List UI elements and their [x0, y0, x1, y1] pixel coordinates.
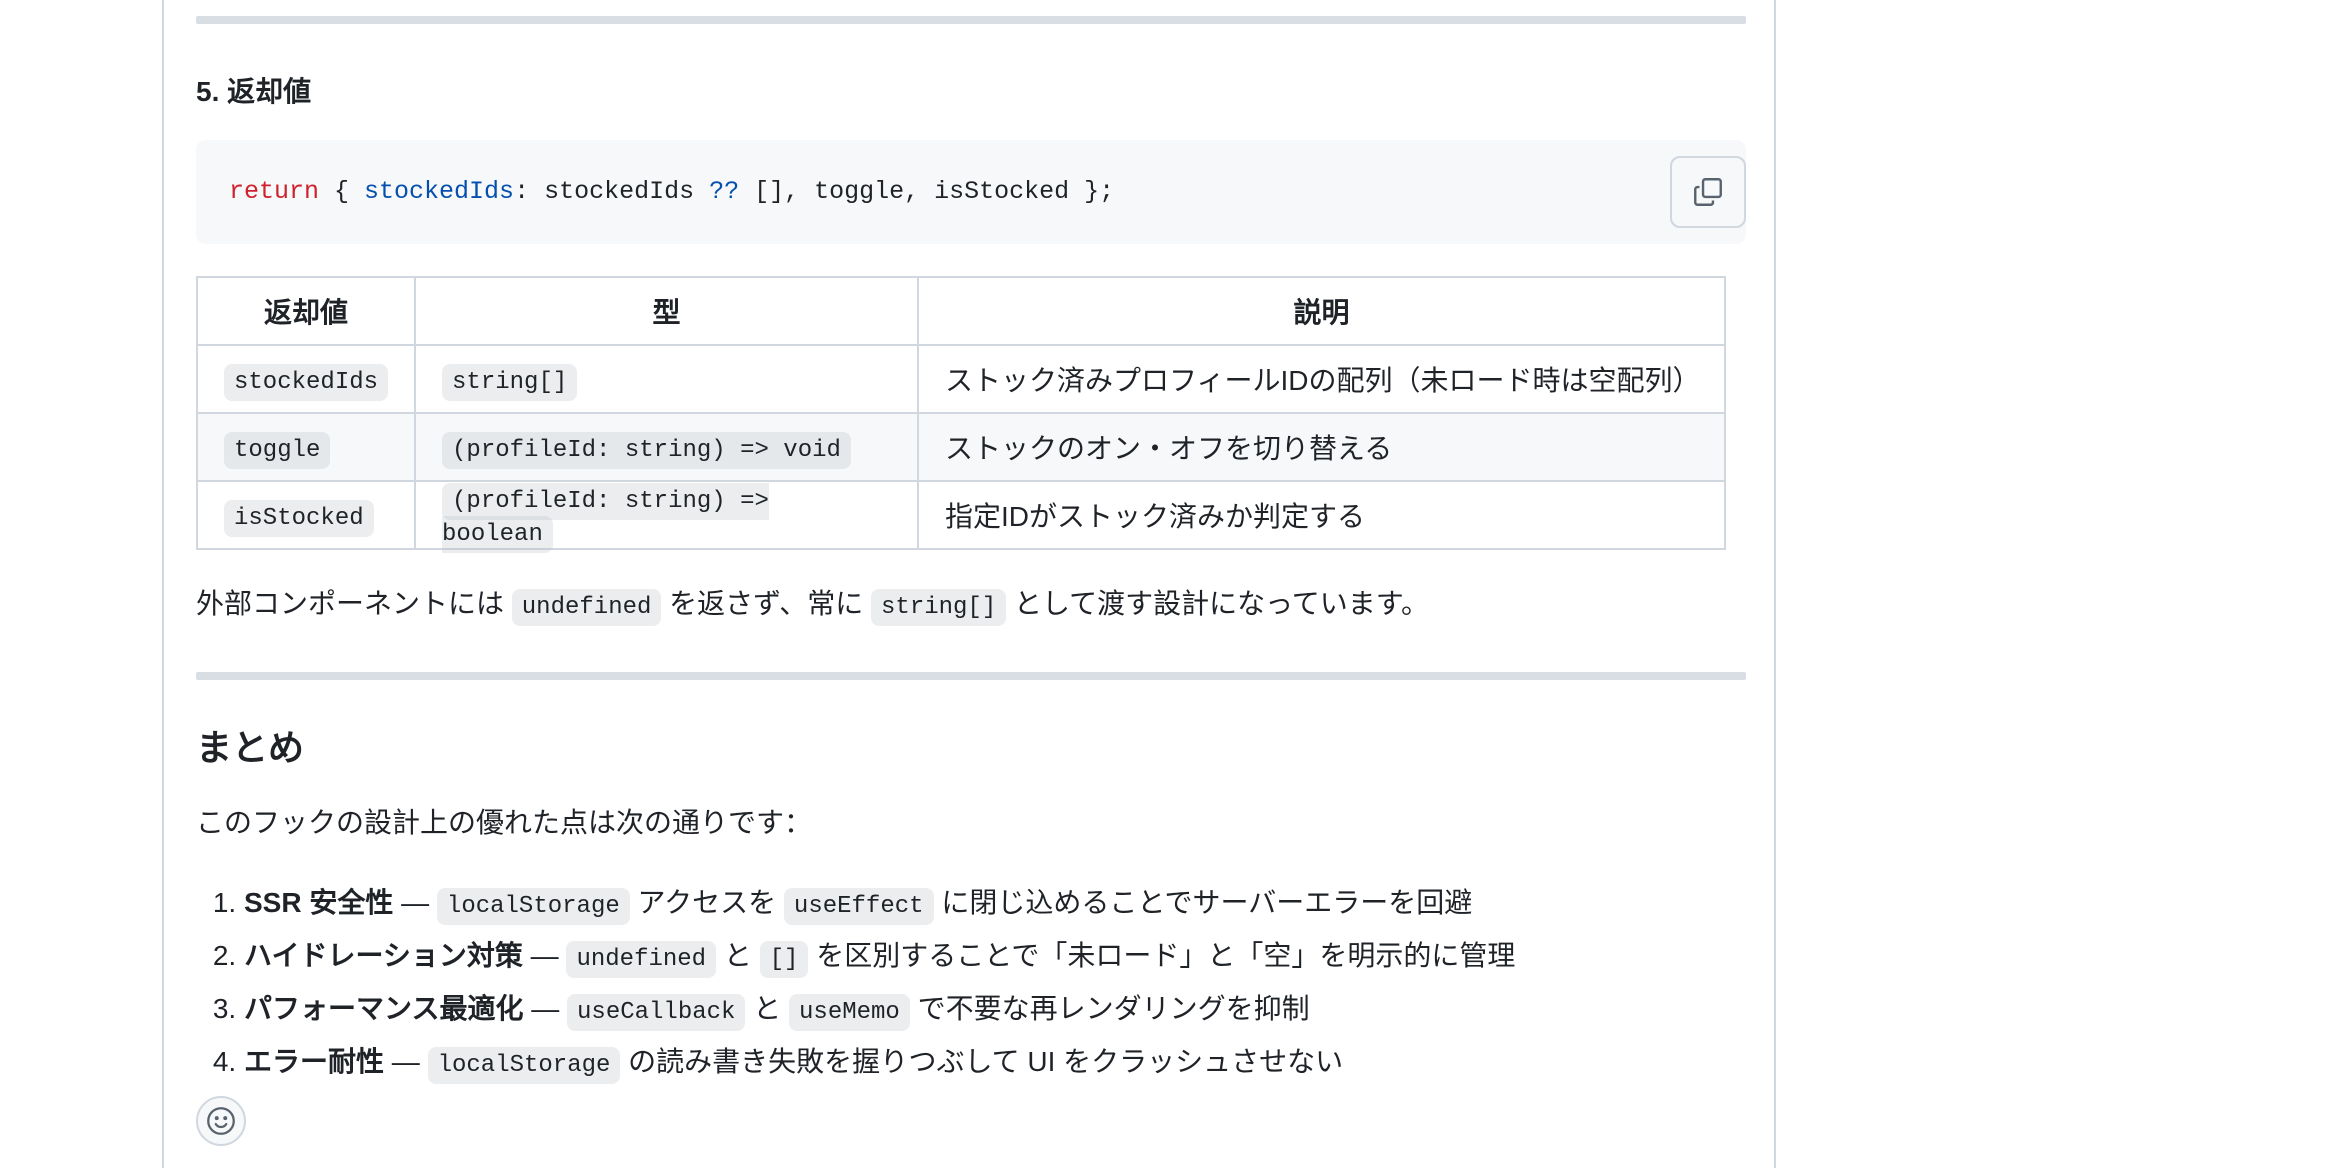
list-item: ハイドレーション対策 — undefined と [] を区別することで「未ロー… — [244, 931, 1515, 984]
summary-list: SSR 安全性 — localStorage アクセスを useEffect に… — [196, 878, 1515, 1090]
inline-code: localStorage — [436, 888, 630, 925]
section-heading: 5. 返却値 — [196, 76, 312, 107]
list-item: エラー耐性 — localStorage の読み書き失敗を握りつぶして UI を… — [244, 1037, 1515, 1090]
text: に閉じ込めることでサーバーエラーを回避 — [933, 887, 1473, 918]
item-title: SSR 安全性 — [244, 887, 394, 918]
code-block: return { stockedIds: stockedIds ?? [], t… — [196, 140, 1746, 244]
code-keyword: return — [229, 177, 320, 206]
inline-code: useCallback — [567, 994, 746, 1031]
item-title: パフォーマンス最適化 — [244, 993, 524, 1024]
column-header: 型 — [414, 276, 920, 346]
inline-code: string[] — [442, 363, 578, 401]
item-title: エラー耐性 — [244, 1046, 385, 1077]
table-cell: toggle — [195, 412, 417, 482]
code-line: return { stockedIds: stockedIds ?? [], t… — [229, 172, 1114, 212]
table-cell: stockedIds — [195, 344, 417, 414]
code-operator: ?? — [709, 177, 740, 206]
summary-intro: このフックの設計上の優れた点は次の通りです： — [196, 807, 813, 838]
table-cell: ストック済みプロフィールIDの配列（未ロード時は空配列） — [917, 344, 1726, 414]
page: 5. 返却値 return { stockedIds: stockedIds ?… — [0, 0, 2340, 1168]
table-cell: string[] — [414, 344, 920, 414]
column-header: 返却値 — [195, 276, 417, 346]
text: 外部コンポーネントには — [196, 588, 512, 619]
table-cell: (profileId: string) => boolean — [414, 480, 920, 553]
inline-code: localStorage — [427, 1047, 621, 1084]
text: を区別することで「未ロード」と「空」を明示的に管理 — [808, 940, 1516, 971]
inline-code: undefined — [511, 589, 662, 626]
text: を返さず、常に — [661, 588, 872, 619]
table-cell: 指定IDがストック済みか判定する — [917, 480, 1726, 550]
add-reaction-button[interactable] — [196, 1096, 246, 1146]
inline-code: isStocked — [224, 499, 374, 537]
return-values-table: 返却値 型 説明 stockedIds string[] ストック済みプロフィー… — [195, 276, 1726, 553]
table-cell: isStocked — [195, 480, 417, 550]
code-text: { — [319, 177, 365, 206]
text: で不要な再レンダリングを抑制 — [909, 993, 1310, 1024]
text: と — [745, 993, 790, 1024]
item-title: ハイドレーション対策 — [244, 940, 523, 971]
copy-button[interactable] — [1670, 156, 1746, 228]
copy-icon — [1694, 178, 1722, 206]
inline-code: toggle — [224, 431, 331, 469]
article-body: 5. 返却値 return { stockedIds: stockedIds ?… — [162, 0, 1776, 1168]
table-row: isStocked (profileId: string) => boolean… — [195, 480, 1726, 553]
text: アクセスを — [629, 887, 784, 918]
text: — — [393, 887, 437, 918]
text: — — [384, 1046, 428, 1077]
table-cell: (profileId: string) => void — [414, 412, 920, 482]
inline-code: [] — [759, 941, 809, 978]
column-header: 説明 — [917, 276, 1726, 346]
list-item: パフォーマンス最適化 — useCallback と useMemo で不要な再… — [244, 984, 1515, 1037]
list-item: SSR 安全性 — localStorage アクセスを useEffect に… — [244, 878, 1515, 931]
code-property: stockedIds — [364, 177, 515, 206]
inline-code: useEffect — [783, 888, 934, 925]
inline-code: string[] — [871, 589, 1007, 626]
text: と — [716, 940, 760, 971]
table-row: stockedIds string[] ストック済みプロフィールIDの配列（未ロ… — [195, 344, 1726, 414]
inline-code: (profileId: string) => void — [442, 431, 851, 469]
inline-code: useMemo — [789, 994, 910, 1031]
table-header-row: 返却値 型 説明 — [195, 276, 1726, 346]
inline-code: undefined — [566, 941, 717, 978]
horizontal-rule — [196, 672, 1746, 680]
text: として渡す設計になっています。 — [1006, 588, 1429, 619]
design-note: 外部コンポーネントには undefined を返さず、常に string[] と… — [196, 584, 1429, 628]
text: の読み書き失敗を握りつぶして UI をクラッシュさせない — [620, 1046, 1344, 1077]
summary-heading: まとめ — [196, 727, 305, 768]
horizontal-rule — [196, 16, 1746, 24]
inline-code: stockedIds — [224, 363, 389, 401]
code-text: [], toggle, isStocked }; — [739, 177, 1115, 206]
table-cell: ストックのオン・オフを切り替える — [917, 412, 1726, 482]
text: — — [523, 993, 568, 1024]
inline-code: (profileId: string) => boolean — [442, 483, 769, 553]
code-text: : stockedIds — [514, 177, 710, 206]
table-row: toggle (profileId: string) => void ストックの… — [195, 412, 1726, 482]
text: — — [522, 940, 567, 971]
smiley-icon — [207, 1107, 235, 1135]
